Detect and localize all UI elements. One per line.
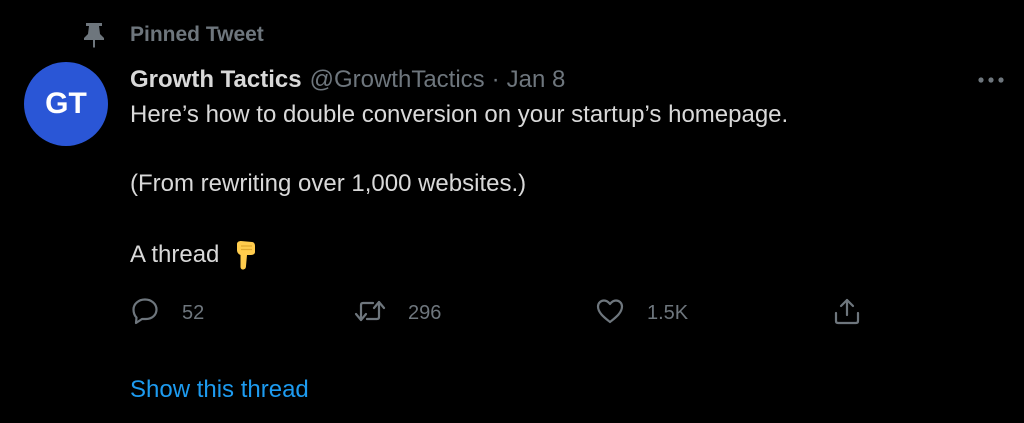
pin-icon <box>83 22 105 48</box>
heart-icon <box>595 296 625 331</box>
tweet-header: Growth Tactics @GrowthTactics · Jan 8 <box>130 63 565 97</box>
tweet-text-line: Here’s how to double conversion on your … <box>130 101 789 128</box>
pinned-indicator: Pinned Tweet <box>83 20 264 50</box>
reply-count: 52 <box>182 301 205 324</box>
tweet-text-line-with-emoji: A thread <box>130 240 258 270</box>
more-options-icon[interactable] <box>974 70 1008 90</box>
tweet-card[interactable]: Pinned Tweet GT Growth Tactics @GrowthTa… <box>0 0 1024 423</box>
share-icon <box>832 296 862 331</box>
tweet-text-line: (From rewriting over 1,000 websites.) <box>130 170 527 197</box>
reply-icon <box>130 296 160 331</box>
author-handle[interactable]: @GrowthTactics <box>310 66 485 94</box>
tweet-actions: 52 296 1.5K <box>130 293 870 333</box>
pinned-label: Pinned Tweet <box>130 23 264 46</box>
tweet-text: A thread <box>130 241 220 268</box>
header-separator: · <box>491 66 500 93</box>
show-thread-link[interactable]: Show this thread <box>130 376 309 404</box>
share-button[interactable] <box>832 293 862 333</box>
avatar[interactable]: GT <box>24 62 108 146</box>
retweet-button[interactable]: 296 <box>354 293 441 333</box>
like-count: 1.5K <box>647 301 689 324</box>
reply-button[interactable]: 52 <box>130 293 204 333</box>
pointing-down-emoji-icon <box>232 240 258 270</box>
like-button[interactable]: 1.5K <box>595 293 688 333</box>
avatar-initials: GT <box>45 87 87 120</box>
tweet-date[interactable]: Jan 8 <box>507 66 566 94</box>
retweet-icon <box>354 296 386 331</box>
author-name[interactable]: Growth Tactics <box>130 66 302 94</box>
retweet-count: 296 <box>408 301 442 324</box>
